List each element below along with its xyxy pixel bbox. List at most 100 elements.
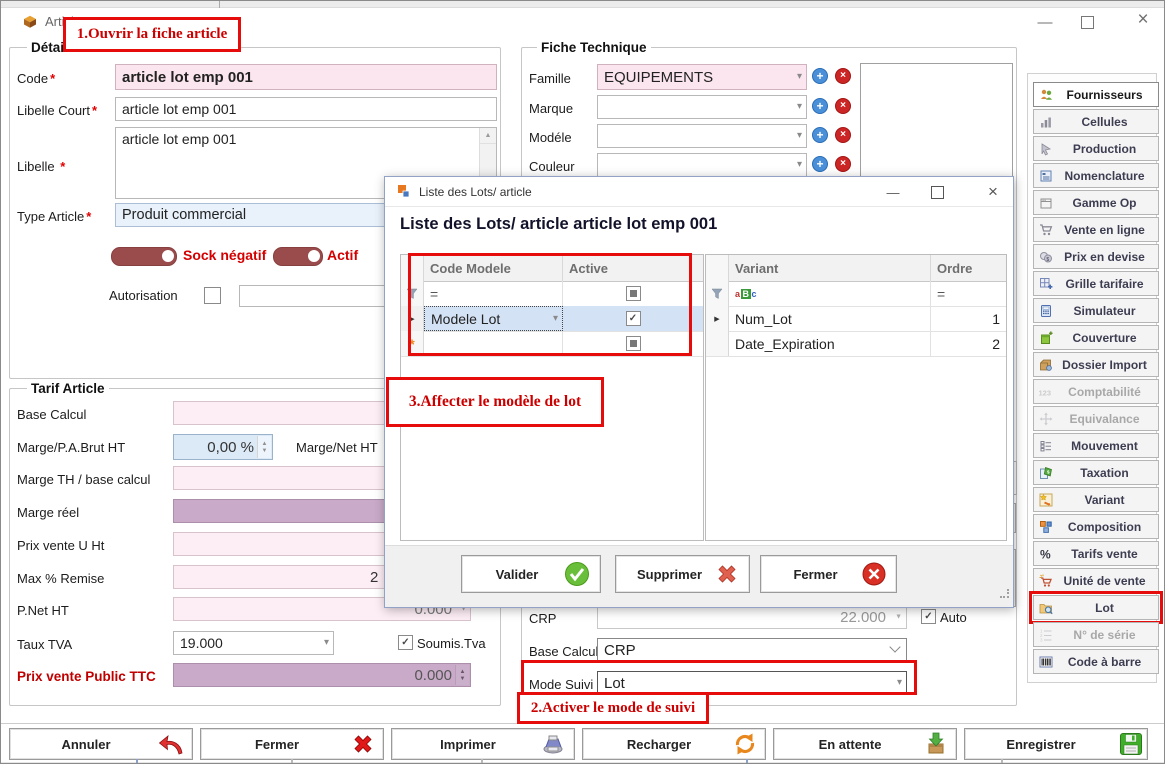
currency-price-icon: $ [1037, 250, 1054, 264]
stock-negatif-toggle[interactable] [111, 247, 177, 266]
enregistrer-button[interactable]: Enregistrer [964, 728, 1148, 760]
sidebar-panel: Fournisseurs Cellules Production Nomencl… [1027, 73, 1157, 683]
taux-tva-select[interactable]: 19.000▾ [173, 631, 334, 655]
actif-toggle[interactable] [273, 247, 323, 266]
nomenclature-icon [1037, 169, 1054, 183]
sidebar-item-vente-en-ligne[interactable]: Vente en ligne [1033, 217, 1159, 242]
clear-famille-icon[interactable]: × [835, 68, 851, 84]
soumis-tva-checkbox[interactable] [398, 635, 413, 650]
svg-text:$: $ [1046, 257, 1049, 263]
sidebar-item-prix-en-devise[interactable]: $Prix en devise [1033, 244, 1159, 269]
filter-ordre-cell[interactable]: = [931, 281, 1006, 306]
sidebar-item-comptabilite: 123Comptabilité [1033, 379, 1159, 404]
sidebar-item-lot[interactable]: Lot [1033, 595, 1159, 620]
crp-input[interactable]: 22.000 ▼ [597, 605, 907, 629]
add-modele-icon[interactable]: + [812, 127, 828, 143]
chevron-down-icon: ▾ [797, 102, 802, 112]
online-sale-icon [1037, 223, 1054, 237]
base-calcul-marge-select[interactable]: CRP [597, 638, 907, 662]
imprimer-button[interactable]: Imprimer [391, 728, 575, 760]
composition-icon [1037, 520, 1054, 534]
col-header-variant[interactable]: Variant [729, 255, 931, 281]
save-icon [1119, 732, 1143, 756]
sidebar-item-variant[interactable]: Variant [1033, 487, 1159, 512]
maximize-button[interactable] [1081, 16, 1094, 29]
sidebar-item-production[interactable]: Production [1033, 136, 1159, 161]
sidebar-item-simulateur[interactable]: Simulateur [1033, 298, 1159, 323]
modele-select[interactable]: ▾ [597, 124, 807, 148]
annuler-button[interactable]: Annuler [9, 728, 193, 760]
famille-select[interactable]: EQUIPEMENTS▾ [597, 64, 807, 90]
filter-row[interactable]: aBc = [706, 281, 1006, 307]
modal-maximize-button[interactable] [931, 186, 944, 199]
marge-reel-label: Marge réel [17, 505, 79, 520]
pending-box-icon [924, 732, 948, 756]
libelle-court-input[interactable]: article lot emp 001 [115, 97, 497, 121]
variants-grid[interactable]: Variant Ordre aBc = ▶ Num_Lot 1 Date_Exp [705, 254, 1007, 541]
ordre-cell[interactable]: 2 [931, 331, 1006, 356]
variant-cell[interactable]: Num_Lot [729, 306, 931, 331]
sidebar-item-taxation[interactable]: $Taxation [1033, 460, 1159, 485]
sales-rates-icon: % [1037, 547, 1054, 561]
marque-select[interactable]: ▾ [597, 95, 807, 119]
autorisation-label: Autorisation [109, 288, 178, 303]
supprimer-button[interactable]: Supprimer [615, 555, 750, 593]
spinner-icon[interactable]: ▲▼ [257, 436, 271, 458]
modal-minimize-button[interactable]: — [877, 181, 909, 203]
sidebar-item-dossier-import[interactable]: Dossier Import [1033, 352, 1159, 377]
en-attente-button[interactable]: En attente [773, 728, 957, 760]
couleur-select[interactable]: ▾ [597, 153, 807, 177]
valider-button[interactable]: Valider [461, 555, 601, 593]
add-famille-icon[interactable]: + [812, 68, 828, 84]
movement-icon [1037, 439, 1054, 453]
sidebar-item-fournisseurs[interactable]: Fournisseurs [1033, 82, 1159, 107]
variant-row[interactable]: Date_Expiration 2 [706, 331, 1006, 357]
sidebar-item-composition[interactable]: Composition [1033, 514, 1159, 539]
pnet-label: P.Net HT [17, 603, 69, 618]
svg-text:123: 123 [1038, 388, 1051, 397]
sidebar-item-cellules[interactable]: Cellules [1033, 109, 1159, 134]
spinner-icon[interactable]: ▲▼ [455, 665, 469, 685]
code-input[interactable]: article lot emp 001 [115, 64, 497, 90]
sidebar-item-nomenclature[interactable]: Nomenclature [1033, 163, 1159, 188]
col-header-ordre[interactable]: Ordre [931, 255, 1006, 281]
add-couleur-icon[interactable]: + [812, 156, 828, 172]
variant-cell[interactable]: Date_Expiration [729, 331, 931, 356]
clear-couleur-icon[interactable]: × [835, 156, 851, 172]
auto-label: Auto [940, 610, 967, 625]
ttc-input[interactable]: 0.000 ▲▼ [173, 663, 471, 687]
minimize-button[interactable]: — [1029, 11, 1061, 33]
libelle-label: Libelle * [17, 159, 65, 174]
add-marque-icon[interactable]: + [812, 98, 828, 114]
recharger-button[interactable]: Recharger [582, 728, 766, 760]
sidebar-item-couverture[interactable]: Couverture [1033, 325, 1159, 350]
sidebar-item-code-a-barre[interactable]: Code à barre [1033, 649, 1159, 674]
sidebar-item-tarifs-vente[interactable]: %Tarifs vente [1033, 541, 1159, 566]
bottom-tick [136, 759, 138, 764]
modal-close-button[interactable]: × [977, 181, 1009, 203]
autorisation-input[interactable] [239, 285, 407, 307]
variant-row[interactable]: ▶ Num_Lot 1 [706, 306, 1006, 332]
close-circle-icon [862, 562, 886, 586]
cells-icon [1037, 115, 1054, 129]
resize-grip-icon[interactable] [1000, 586, 1010, 604]
sidebar-item-mouvement[interactable]: Mouvement [1033, 433, 1159, 458]
close-button[interactable]: × [1127, 9, 1159, 31]
clear-modele-icon[interactable]: × [835, 127, 851, 143]
fermer-button[interactable]: Fermer [200, 728, 384, 760]
fermer-modal-button[interactable]: Fermer [760, 555, 897, 593]
auto-checkbox[interactable] [921, 609, 936, 624]
scroll-up-icon[interactable]: ▲ [480, 128, 496, 144]
modal-title: Liste des Lots/ article [419, 185, 532, 199]
sidebar-item-unite-de-vente[interactable]: Unité de vente [1033, 568, 1159, 593]
suppliers-icon [1037, 88, 1054, 102]
variants-grid-header: Variant Ordre [706, 255, 1006, 282]
modal-heading: Liste des Lots/ article article lot emp … [400, 215, 717, 234]
filter-variant-cell[interactable]: aBc [729, 281, 931, 306]
autorisation-checkbox[interactable] [204, 287, 221, 304]
sidebar-item-gamme-op[interactable]: Gamme Op [1033, 190, 1159, 215]
ordre-cell[interactable]: 1 [931, 306, 1006, 331]
marge-pa-brut-input[interactable]: 0,00 % ▲▼ [173, 434, 273, 460]
clear-marque-icon[interactable]: × [835, 98, 851, 114]
sidebar-item-grille-tarifaire[interactable]: Grille tarifaire [1033, 271, 1159, 296]
